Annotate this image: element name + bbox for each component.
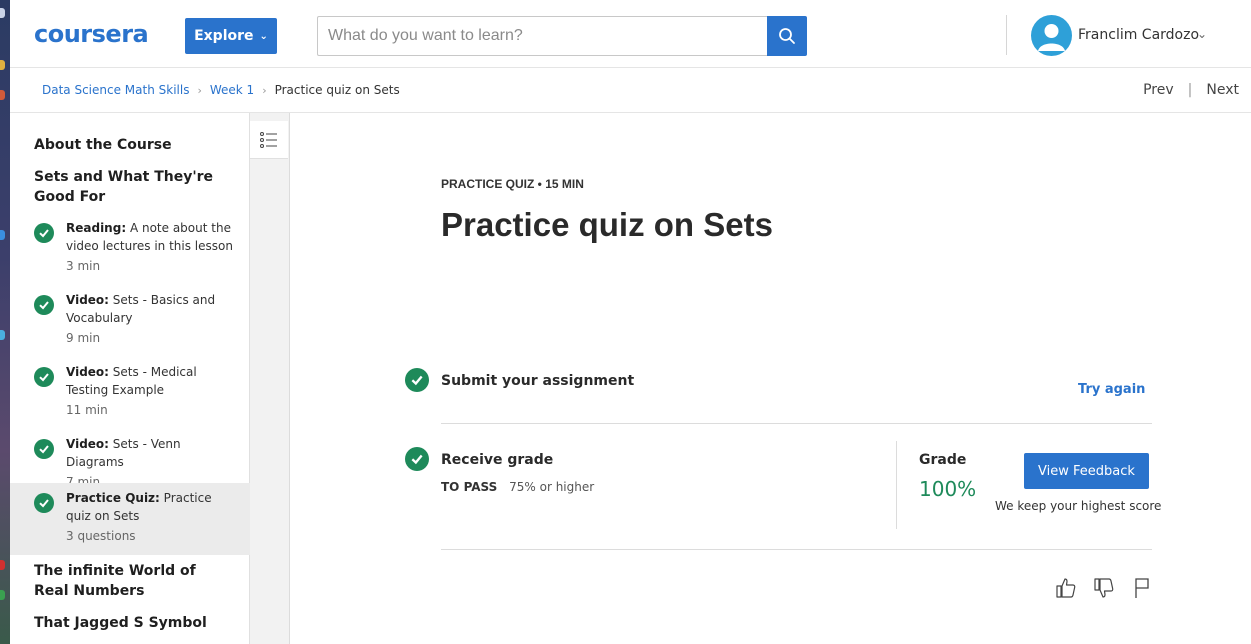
item-meta: 9 min	[66, 331, 101, 345]
item-kind: Reading:	[66, 221, 127, 235]
top-header: coursera Explore ⌄ Franclim Cardozo ⌄	[10, 0, 1251, 68]
item-meta: 11 min	[66, 403, 108, 417]
sidebar-section-sets[interactable]: Sets and What They're Good For	[34, 167, 234, 207]
nav-separator: |	[1187, 82, 1193, 98]
to-pass-value: 75% or higher	[509, 480, 595, 494]
chevron-down-icon[interactable]: ⌄	[1197, 27, 1207, 41]
sidebar-item-practice-quiz[interactable]: Practice Quiz: Practice quiz on Sets 3 q…	[10, 483, 250, 555]
sidebar-section-real-numbers[interactable]: The infinite World of Real Numbers	[34, 561, 234, 601]
sidebar-item-text: Practice Quiz: Practice quiz on Sets 3 q…	[66, 489, 236, 545]
submit-assignment-title: Submit your assignment	[441, 373, 635, 389]
sidebar-item-text: Video: Sets - Medical Testing Example 11…	[66, 363, 236, 419]
sidebar-section-about[interactable]: About the Course	[34, 135, 234, 155]
search-icon	[779, 28, 795, 44]
thumbs-up-icon[interactable]	[1055, 576, 1077, 600]
flag-icon[interactable]	[1131, 576, 1153, 600]
sidebar-item-video-venn[interactable]: Video: Sets - Venn Diagrams 7 min	[10, 435, 250, 489]
item-kind: Practice Quiz:	[66, 491, 160, 505]
page-title: Practice quiz on Sets	[441, 206, 773, 243]
check-circle-icon	[405, 368, 429, 392]
grade-divider	[896, 441, 897, 529]
next-link[interactable]: Next	[1206, 82, 1239, 98]
search-input[interactable]	[317, 16, 767, 56]
explore-button[interactable]: Explore ⌄	[185, 18, 277, 54]
item-kind: Video:	[66, 365, 109, 379]
try-again-link[interactable]: Try again	[1078, 382, 1145, 397]
check-circle-icon	[34, 439, 54, 459]
explore-label: Explore	[194, 28, 254, 44]
item-meta: 3 questions	[66, 529, 136, 543]
user-icon	[1038, 24, 1065, 51]
chevron-right-icon: ›	[262, 83, 267, 97]
grade-label: Grade	[919, 452, 967, 468]
view-feedback-button[interactable]: View Feedback	[1024, 453, 1149, 489]
sidebar-item-text: Reading: A note about the video lectures…	[66, 219, 236, 275]
desktop-edge	[0, 0, 10, 644]
sidebar-item-reading[interactable]: Reading: A note about the video lectures…	[10, 219, 250, 289]
breadcrumb-course[interactable]: Data Science Math Skills	[42, 83, 189, 97]
check-circle-icon	[34, 223, 54, 243]
item-kind: Video:	[66, 293, 109, 307]
highest-score-note: We keep your highest score	[995, 499, 1162, 513]
header-divider	[1006, 15, 1007, 55]
divider	[441, 423, 1152, 424]
course-sidebar: About the Course Sets and What They're G…	[10, 113, 250, 644]
receive-grade-title: Receive grade	[441, 452, 554, 468]
prev-link[interactable]: Prev	[1143, 82, 1174, 98]
check-circle-icon	[34, 295, 54, 315]
sidebar-item-video-basics[interactable]: Video: Sets - Basics and Vocabulary 9 mi…	[10, 291, 250, 361]
sidebar-section-jagged-s[interactable]: That Jagged S Symbol	[34, 613, 234, 633]
breadcrumb-week[interactable]: Week 1	[210, 83, 254, 97]
toc-toggle-button[interactable]	[250, 121, 288, 159]
breadcrumb-current: Practice quiz on Sets	[274, 83, 400, 97]
feedback-actions	[1055, 576, 1153, 600]
thumbs-down-icon[interactable]	[1093, 576, 1115, 600]
check-circle-icon	[34, 493, 54, 513]
prev-next-nav: Prev | Next	[1143, 82, 1239, 98]
search-button[interactable]	[767, 16, 807, 56]
user-name[interactable]: Franclim Cardozo	[1078, 27, 1199, 43]
sidebar-item-video-medical[interactable]: Video: Sets - Medical Testing Example 11…	[10, 363, 250, 433]
chevron-down-icon: ⌄	[259, 30, 268, 42]
item-meta: 3 min	[66, 259, 101, 273]
item-kind: Video:	[66, 437, 109, 451]
coursera-logo[interactable]: coursera	[34, 20, 149, 48]
breadcrumb-bar: Data Science Math Skills › Week 1 › Prac…	[10, 68, 1251, 113]
to-pass-requirement: TO PASS 75% or higher	[441, 480, 594, 494]
list-icon	[260, 131, 277, 148]
avatar[interactable]	[1031, 15, 1072, 56]
sidebar-item-text: Video: Sets - Basics and Vocabulary 9 mi…	[66, 291, 236, 347]
breadcrumb: Data Science Math Skills › Week 1 › Prac…	[42, 83, 400, 97]
toc-strip	[250, 113, 290, 644]
divider	[441, 549, 1152, 550]
check-circle-icon	[405, 447, 429, 471]
quiz-kicker: PRACTICE QUIZ • 15 MIN	[441, 177, 584, 191]
grade-value: 100%	[919, 477, 977, 501]
to-pass-label: TO PASS	[441, 480, 498, 494]
chevron-right-icon: ›	[197, 83, 202, 97]
check-circle-icon	[34, 367, 54, 387]
